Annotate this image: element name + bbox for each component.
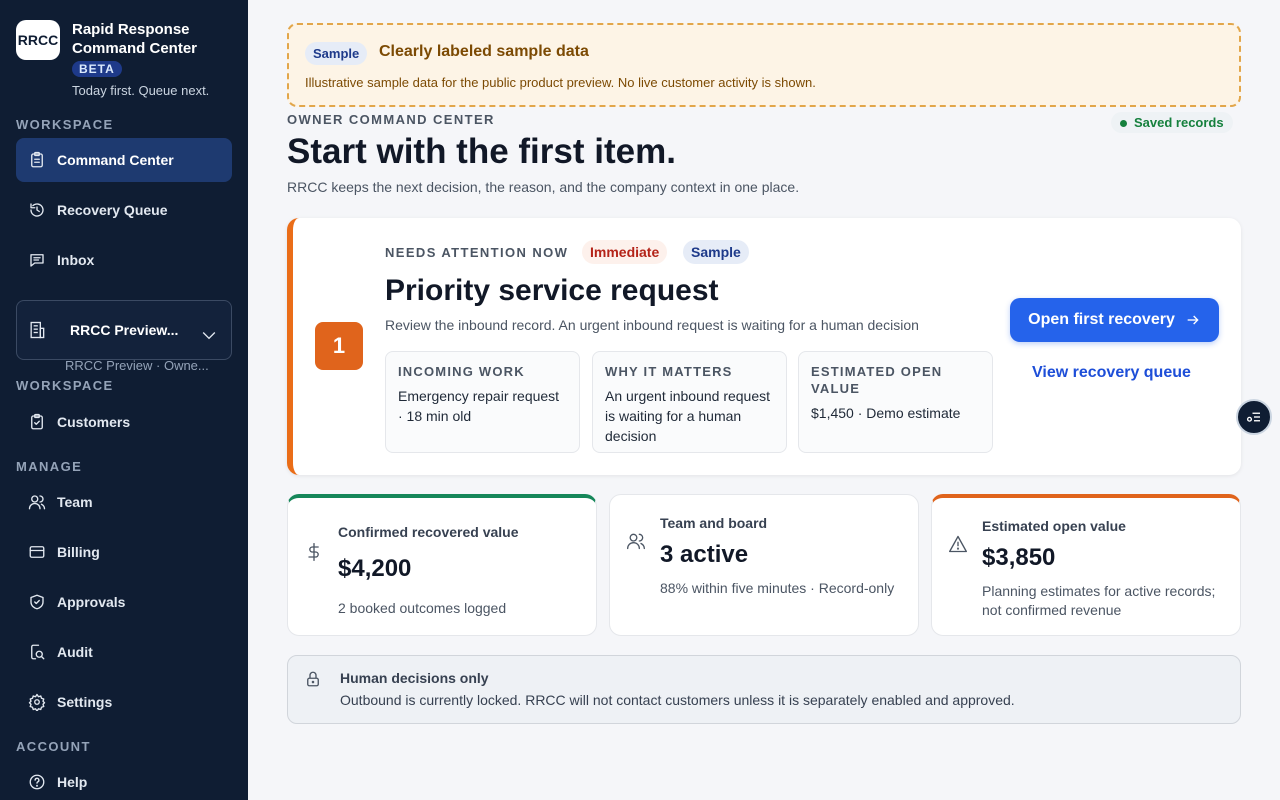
info-card-label: WHY IT MATTERS <box>605 364 733 379</box>
outbound-lock-notice: Human decisions only Outbound is current… <box>287 655 1241 724</box>
button-label: Open first recovery <box>1028 311 1175 328</box>
brand[interactable]: RRCC Rapid Response Command Center BETA … <box>16 20 222 98</box>
nav-inbox[interactable]: Inbox <box>16 238 232 282</box>
stat-label: Estimated open value <box>982 518 1126 534</box>
nav-label: Approvals <box>57 594 126 610</box>
nav-customers[interactable]: Customers <box>16 400 232 444</box>
credit-card-icon <box>29 546 45 558</box>
workspace-subtitle: RRCC Preview · Owne... <box>65 358 209 373</box>
clipboard-icon <box>31 151 43 168</box>
stat-subtext: 2 booked outcomes logged <box>338 600 507 616</box>
info-card-value: An urgent inbound request is waiting for… <box>605 388 771 444</box>
stat-label: Confirmed recovered value <box>338 524 519 540</box>
stat-label: Team and board <box>660 515 768 531</box>
warning-icon <box>949 535 967 553</box>
priority-description: Review the inbound record. An urgent inb… <box>385 317 919 333</box>
nav-billing[interactable]: Billing <box>16 530 232 574</box>
beta-badge: BETA <box>72 61 122 77</box>
filter-list-icon <box>1246 412 1260 422</box>
arrow-right-icon <box>1187 315 1199 325</box>
notice-title: Human decisions only <box>340 670 489 686</box>
nav-label: Help <box>57 774 88 790</box>
app-logo: RRCC <box>16 20 60 60</box>
stat-card-recovered: Confirmed recovered value $4,200 2 booke… <box>287 494 597 636</box>
nav-label: Settings <box>57 694 113 710</box>
priority-number: 1 <box>315 322 363 370</box>
workspace-name: RRCC Preview... <box>70 322 179 338</box>
priority-overline: NEEDS ATTENTION NOW <box>385 245 569 260</box>
dollar-icon <box>308 543 319 561</box>
info-card-value: $1,450 · Demo estimate <box>811 405 961 421</box>
info-card-label: INCOMING WORK <box>398 364 525 379</box>
info-card-incoming-work: INCOMING WORK Emergency repair request ·… <box>385 351 580 453</box>
shield-check-icon <box>30 594 44 610</box>
page-overline: OWNER COMMAND CENTER <box>287 112 495 127</box>
urgency-pill: Immediate <box>582 240 668 264</box>
stat-subtext: 88% within five minutes · Record-only <box>660 580 895 596</box>
nav-label: Audit <box>57 644 93 660</box>
sample-pill: Sample <box>683 240 749 264</box>
audit-icon <box>31 644 45 660</box>
chevron-down-icon <box>202 332 216 340</box>
saved-status-badge: Saved records <box>1111 112 1233 133</box>
status-dot <box>1120 120 1127 128</box>
building-icon <box>30 321 45 339</box>
banner-title: Clearly labeled sample data <box>379 43 589 60</box>
history-icon <box>30 203 44 217</box>
nav-audit[interactable]: Audit <box>16 630 232 674</box>
banner-text: Illustrative sample data for the public … <box>305 75 816 90</box>
section-label-workspace: WORKSPACE <box>16 117 114 132</box>
stat-value: $3,850 <box>982 544 1056 571</box>
view-recovery-queue-link[interactable]: View recovery queue <box>1032 364 1191 382</box>
nav-help[interactable]: Help <box>16 760 232 800</box>
workspace-selector[interactable]: RRCC Preview... <box>16 300 232 360</box>
info-card-why-it-matters: WHY IT MATTERS An urgent inbound request… <box>592 351 787 453</box>
nav-label: Inbox <box>57 252 95 268</box>
notice-text: Outbound is currently locked. RRCC will … <box>340 692 1015 708</box>
app-name: Rapid Response Command Center <box>72 21 198 57</box>
nav-label: Team <box>57 494 93 510</box>
help-icon <box>29 774 45 790</box>
stat-value: 3 active <box>660 541 749 568</box>
nav-label: Customers <box>57 414 131 430</box>
app-tagline: Today first. Queue next. <box>72 83 210 98</box>
nav-label: Recovery Queue <box>57 202 168 218</box>
nav-team[interactable]: Team <box>16 480 232 524</box>
users-icon <box>627 533 645 550</box>
users-icon <box>28 495 46 510</box>
nav-label: Command Center <box>57 152 174 168</box>
page-title: Start with the first item. <box>287 132 676 171</box>
nav-command-center[interactable]: Command Center <box>16 138 232 182</box>
info-card-value: Emergency repair request · 18 min old <box>398 388 560 424</box>
nav-approvals[interactable]: Approvals <box>16 580 232 624</box>
section-label-manage: MANAGE <box>16 459 83 474</box>
floating-filter-button[interactable] <box>1236 399 1272 435</box>
section-label-account: ACCOUNT <box>16 739 91 754</box>
stat-card-team: Team and board 3 active 88% within five … <box>609 494 919 636</box>
stat-subtext: Planning estimates for active records; n… <box>982 583 1216 618</box>
message-icon <box>30 254 44 267</box>
info-card-estimated-value: ESTIMATED OPEN VALUE $1,450 · Demo estim… <box>798 351 993 453</box>
priority-title: Priority service request <box>385 274 719 307</box>
info-card-label: ESTIMATED OPEN VALUE <box>811 364 943 396</box>
page-subtitle: RRCC keeps the next decision, the reason… <box>287 179 800 195</box>
nav-settings[interactable]: Settings <box>16 680 232 724</box>
nav-recovery-queue[interactable]: Recovery Queue <box>16 188 232 232</box>
sample-pill: Sample <box>305 42 368 65</box>
gear-icon <box>28 693 46 711</box>
section-label-workspace-2: WORKSPACE <box>16 378 114 393</box>
sample-data-banner: Sample Clearly labeled sample data Illus… <box>287 23 1241 107</box>
clipboard-check-icon <box>31 413 43 430</box>
nav-label: Billing <box>57 544 100 560</box>
saved-label: Saved records <box>1134 115 1224 130</box>
priority-card: 1 NEEDS ATTENTION NOW Immediate Sample P… <box>287 218 1241 475</box>
lock-icon <box>307 671 319 687</box>
sidebar: RRCC Rapid Response Command Center BETA … <box>0 0 248 800</box>
stat-value: $4,200 <box>338 555 412 582</box>
stat-card-open-value: Estimated open value $3,850 Planning est… <box>931 494 1241 636</box>
open-first-recovery-button[interactable]: Open first recovery <box>1010 298 1219 342</box>
